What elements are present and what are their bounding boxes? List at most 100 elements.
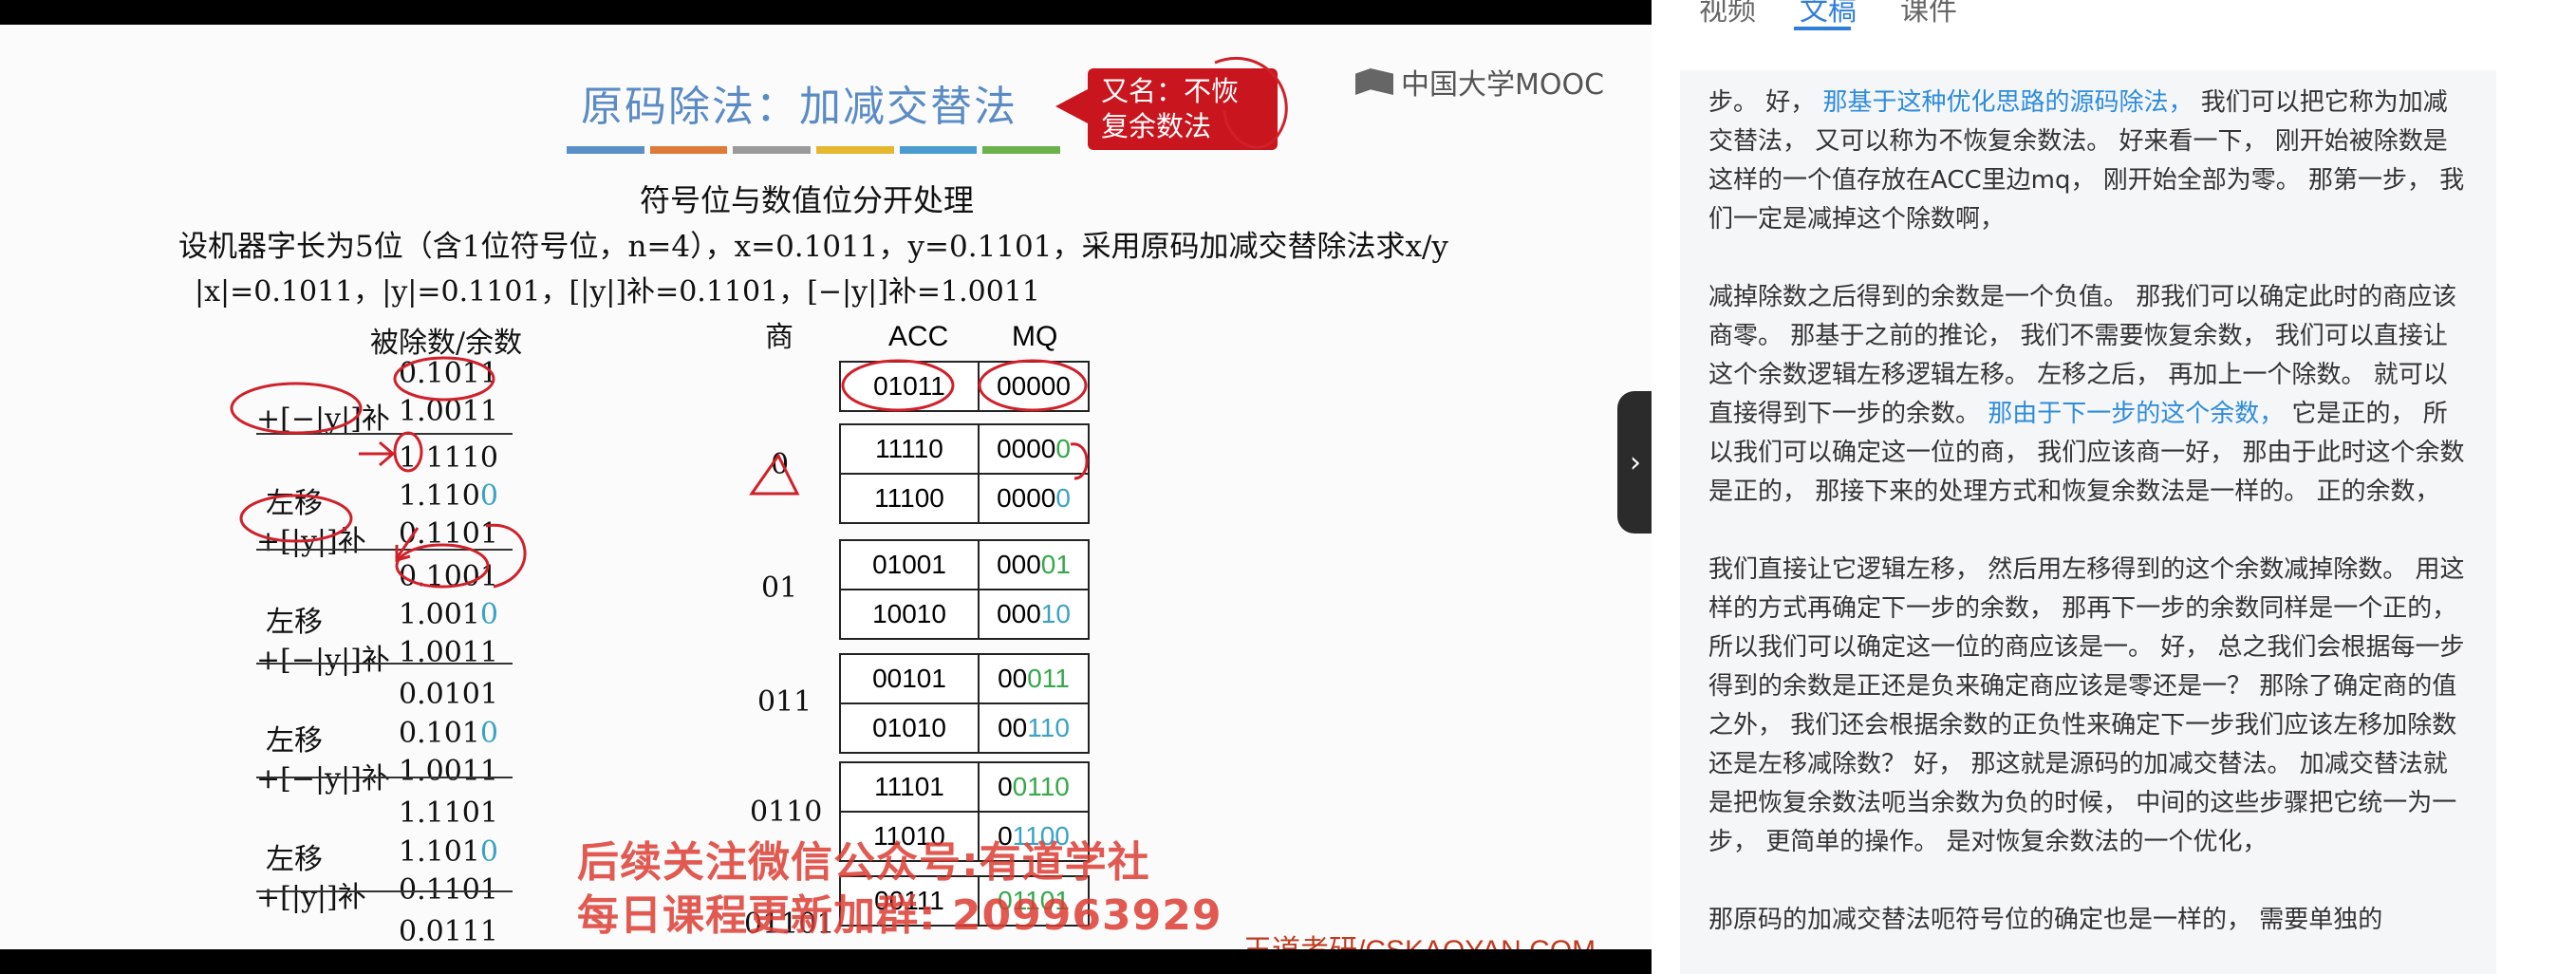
- watermark-line1: 后续关注微信公众号:有道学社: [577, 838, 1150, 887]
- step-value: 1.0010: [399, 598, 498, 631]
- mq-quotient-bits: 10: [1040, 599, 1071, 628]
- step-value-shifted-bit: 0: [479, 479, 498, 513]
- footer-brand: 王道考研/CSKAOYAN.COM: [1243, 927, 1596, 949]
- mq-digits: 00: [998, 713, 1028, 742]
- mq-digits: 0000: [997, 434, 1056, 463]
- acc-cell: 11100: [839, 473, 980, 524]
- step-label: +[−|y|]补: [256, 644, 390, 677]
- acc-cell: 10010: [839, 589, 980, 640]
- mq-quotient-bits: 011: [1027, 664, 1070, 693]
- quotient-value: 011: [757, 685, 812, 719]
- video-player[interactable]: 原码除法：加减交替法 又名：不恢 复余数法 中国大学MOOC 符号位与数值位分开…: [0, 0, 1653, 974]
- acc-cell: 01011: [839, 361, 980, 412]
- step-value: 1 1110: [399, 441, 498, 475]
- col-mq-header: MQ: [1012, 321, 1058, 352]
- mq-cell: 00110: [978, 761, 1090, 813]
- sum-rule: [256, 433, 513, 435]
- step-value: 0.1001: [399, 560, 498, 593]
- step-value-digits: 0.101: [399, 717, 480, 750]
- tab-0[interactable]: 视频: [1699, 0, 1756, 28]
- title-bar-segment: [567, 146, 644, 154]
- acc-cell: 01010: [839, 702, 980, 754]
- arrow-to-sign: [359, 440, 396, 467]
- transcript-sentence[interactable]: 我们直接让它逻辑左移， 然后用左移得到的这个余数减掉除数。 用这样的方式再确定下…: [1708, 555, 2465, 856]
- transcript-text[interactable]: 步。 好， 那基于这种优化思路的源码除法， 我们可以把它称为加减交替法， 又可以…: [1680, 70, 2496, 974]
- step-value-shifted-bit: 0: [479, 598, 498, 631]
- step-value: 0.0101: [399, 678, 498, 711]
- transcript-highlight[interactable]: 那由于下一步的这个余数，: [1988, 400, 2284, 428]
- title-bar-segment: [649, 146, 728, 154]
- problem-statement: 设机器字长为5位（含1位符号位，n=4），x=0.1011，y=0.1101，采…: [178, 230, 1448, 264]
- given-values: |x|=0.1011，|y|=0.1101，[|y|]补=0.1101，[−|y…: [195, 275, 1041, 309]
- mooc-logo: 中国大学MOOC: [1355, 61, 1604, 103]
- transcript-paragraph: 那原码的加减交替法呃符号位的确定也是一样的， 需要单独的: [1708, 901, 2468, 940]
- mq-digits: 000: [997, 550, 1041, 579]
- step-label: +[|y|]补: [256, 525, 366, 558]
- tab-2[interactable]: 课件: [1900, 0, 1957, 28]
- col-quotient-header: 商: [765, 321, 793, 354]
- step-value: 0.1101: [399, 517, 498, 551]
- acc-cell: 11101: [839, 761, 980, 813]
- lecture-slide: 原码除法：加减交替法 又名：不恢 复余数法 中国大学MOOC 符号位与数值位分开…: [0, 25, 1652, 949]
- step-label: +[−|y|]补: [256, 762, 390, 796]
- side-panel: 视频 文稿 课件 步。 好， 那基于这种优化思路的源码除法， 我们可以把它称为加减交…: [1652, 0, 2576, 974]
- quotient-value: 01: [761, 571, 798, 605]
- step-label: 左移: [266, 487, 323, 520]
- sum-rule: [256, 549, 513, 551]
- active-tab-indicator: [1794, 27, 1851, 30]
- mq-quotient-bits: 110: [1027, 713, 1070, 742]
- mq-digits: 00000: [997, 371, 1071, 401]
- step-label: +[|y|]补: [256, 881, 366, 914]
- tab-1[interactable]: 文稿: [1800, 0, 1857, 28]
- mq-quotient-bits: 0110: [1012, 772, 1070, 801]
- mq-digits: 0000: [997, 483, 1056, 513]
- acc-cell: 00101: [839, 653, 980, 704]
- step-label: 左移: [266, 606, 323, 639]
- acc-cell: 01001: [839, 539, 980, 590]
- watermark-line2: 每日课程更新加群: 209963929: [577, 891, 1223, 940]
- quotient-value: 0: [771, 448, 790, 481]
- mq-cell: 00000: [978, 423, 1090, 475]
- sum-rule: [256, 777, 513, 778]
- mooc-logo-icon: [1355, 68, 1393, 95]
- mq-cell: 000 01: [978, 539, 1090, 590]
- transcript-sentence[interactable]: 步。 好，: [1708, 88, 1823, 117]
- transcript-highlight[interactable]: 那基于这种优化思路的源码除法，: [1823, 88, 2193, 117]
- panel-tabs: 视频 文稿 课件: [1699, 0, 1957, 28]
- mooc-logo-text: 中国大学MOOC: [1401, 68, 1605, 102]
- sum-rule: [256, 663, 513, 665]
- mq-quotient-bits: 0: [1055, 434, 1071, 463]
- callout-box: 又名：不恢 复余数法: [1055, 68, 1278, 150]
- collapse-panel-button[interactable]: ›: [1617, 391, 1653, 534]
- step-value-shifted-bit: 0: [479, 835, 498, 869]
- step-value-digits: 1.001: [399, 598, 480, 631]
- mq-cell: 00000: [978, 473, 1090, 524]
- red-handwriting-annotations: [230, 56, 1288, 589]
- mq-digits: 0: [998, 772, 1013, 801]
- step-value: 0.1010: [399, 717, 498, 750]
- quotient-value: 0110: [750, 796, 823, 829]
- step-value: 1.1100: [399, 479, 498, 513]
- mq-cell: 00110: [978, 702, 1090, 754]
- step-label: +[−|y|]补: [256, 403, 390, 436]
- mq-cell: 00 011: [978, 653, 1090, 704]
- transcript-paragraph: 减掉除数之后得到的余数是一个负值。 那我们可以确定此时的商应该商零。 那基于之前…: [1708, 278, 2468, 512]
- mq-quotient-bits: 0: [1055, 483, 1071, 513]
- title-bar-segment: [982, 146, 1061, 154]
- mq-cell: 00000: [978, 361, 1090, 412]
- step-value-digits: 1.110: [399, 479, 480, 513]
- transcript-paragraph: 步。 好， 那基于这种优化思路的源码除法， 我们可以把它称为加减交替法， 又可以…: [1708, 84, 2468, 239]
- callout-line2: 复余数法: [1101, 110, 1212, 142]
- sum-rule: [256, 890, 513, 892]
- step-value-shifted-bit: 0: [479, 717, 498, 750]
- mq-digits: 00: [998, 664, 1028, 693]
- title-color-bars: [567, 146, 1061, 156]
- transcript-paragraph: 我们直接让它逻辑左移， 然后用左移得到的这个余数减掉除数。 用这样的方式再确定下…: [1708, 551, 2468, 862]
- transcript-sentence[interactable]: 那原码的加减交替法呃符号位的确定也是一样的， 需要单独的: [1708, 906, 2382, 934]
- acc-cell: 11110: [839, 423, 980, 475]
- col-dividend-header: 被除数/余数: [370, 327, 523, 360]
- title-bar-segment: [816, 146, 894, 154]
- mq-cell: 000 10: [978, 589, 1090, 640]
- chevron-right-icon: ›: [1630, 445, 1641, 479]
- step-value-digits: 1.101: [399, 835, 480, 869]
